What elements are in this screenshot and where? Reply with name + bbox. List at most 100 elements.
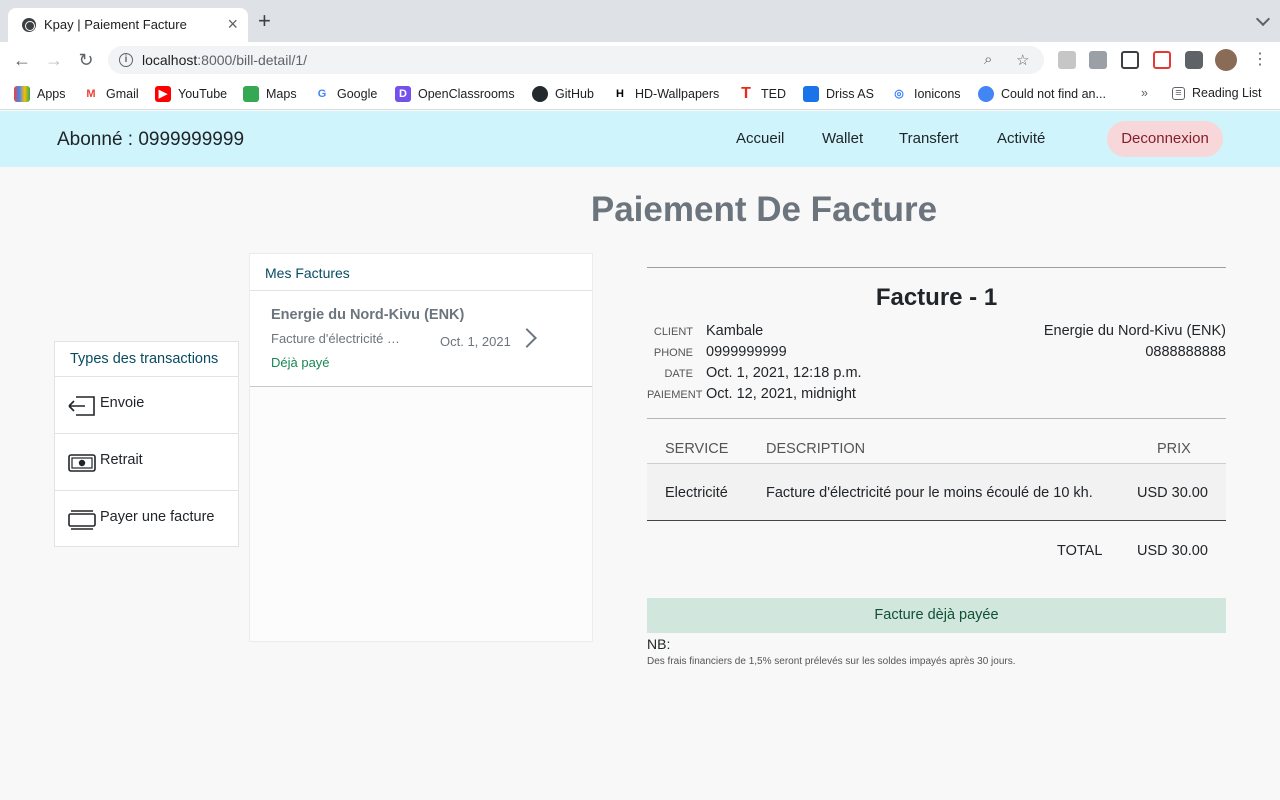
bookmark-youtube[interactable]: ▶ YouTube — [155, 86, 227, 102]
bill-icon — [68, 510, 96, 530]
type-item-retrait[interactable]: Retrait — [55, 434, 238, 491]
bookmark-github[interactable]: GitHub — [532, 86, 594, 102]
facture-date: Oct. 1, 2021 — [440, 334, 511, 349]
facture-description: Facture d'électricité pour le moins écou… — [271, 331, 401, 346]
vendor-phone: 0888888888 — [1145, 344, 1226, 360]
subscriber-brand[interactable]: Abonné : 0999999999 — [57, 129, 244, 151]
site-info-icon[interactable]: i — [119, 53, 133, 67]
cell-prix: USD 30.00 — [1137, 485, 1208, 501]
url-path: :8000/bill-detail/1/ — [197, 52, 308, 68]
bookmark-label: Gmail — [106, 87, 139, 101]
page-icon — [978, 86, 994, 102]
youtube-icon: ▶ — [155, 86, 171, 102]
nav-link-accueil[interactable]: Accueil — [736, 130, 784, 147]
paid-status-banner: Facture dèjà payée — [647, 598, 1226, 633]
bookmark-label: Ionicons — [914, 87, 961, 101]
tab-search-icon[interactable] — [1255, 11, 1271, 27]
nb-text: Des frais financiers de 1,5% seront prél… — [647, 656, 1016, 667]
app-navbar: Abonné : 0999999999 Accueil Wallet Trans… — [0, 111, 1280, 167]
list-item[interactable]: Energie du Nord-Kivu (ENK) Facture d'éle… — [250, 291, 592, 387]
nav-link-activite[interactable]: Activité — [997, 130, 1045, 147]
nb-label: NB: — [647, 636, 671, 652]
bookmark-label: YouTube — [178, 87, 228, 101]
bookmark-label: HD-Wallpapers — [635, 87, 720, 101]
bookmark-maps[interactable]: Maps — [243, 86, 297, 102]
bookmark-apps[interactable]: Apps — [14, 86, 66, 102]
reading-list[interactable]: ≡ Reading List — [1172, 86, 1262, 100]
bookmark-label: Google — [337, 87, 378, 101]
url-text[interactable]: localhost:8000/bill-detail/1/ — [142, 52, 307, 68]
send-icon — [68, 396, 95, 416]
bookmark-google[interactable]: G Google — [314, 86, 377, 102]
phone-value: 0999999999 — [706, 344, 787, 360]
profile-avatar[interactable] — [1215, 49, 1237, 71]
divider — [647, 418, 1226, 419]
bookmark-star-icon[interactable]: ☆ — [1016, 51, 1029, 69]
bookmark-label: TED — [761, 87, 786, 101]
cell-description: Facture d'électricité pour le moins écou… — [766, 485, 1093, 501]
puzzle-icon[interactable] — [1185, 51, 1203, 69]
type-label: Envoie — [100, 395, 145, 411]
bookmark-label: Maps — [266, 87, 297, 101]
vendor-name: Energie du Nord-Kivu (ENK) — [1043, 323, 1226, 339]
zoom-icon[interactable]: ⌕ — [984, 51, 992, 68]
type-item-envoie[interactable]: Envoie — [55, 377, 238, 434]
reload-icon[interactable]: ↻ — [74, 48, 98, 72]
type-item-payer-facture[interactable]: Payer une facture — [55, 491, 238, 548]
transaction-types-heading: Types des transactions — [55, 342, 238, 377]
bookmark-hd-wallpapers[interactable]: H HD-Wallpapers — [612, 86, 719, 102]
google-icon: G — [314, 86, 330, 102]
phone-label: PHONE — [653, 347, 693, 359]
nav-link-wallet[interactable]: Wallet — [822, 130, 863, 147]
cast-icon[interactable] — [1153, 51, 1171, 69]
extension-icon[interactable] — [1058, 51, 1076, 69]
bookmark-label: OpenClassrooms — [418, 87, 515, 101]
factures-list-card: Mes Factures Energie du Nord-Kivu (ENK) … — [249, 253, 593, 642]
logout-button[interactable]: Deconnexion — [1107, 121, 1223, 157]
browser-tab[interactable]: Kpay | Paiement Facture × — [8, 8, 248, 42]
globe-icon — [22, 18, 36, 32]
total-value: USD 30.00 — [1137, 543, 1208, 559]
table-row: Electricité Facture d'électricité pour l… — [647, 463, 1226, 521]
chevron-right-icon[interactable] — [517, 328, 537, 348]
nav-link-transfert[interactable]: Transfert — [899, 130, 958, 147]
column-header-description: DESCRIPTION — [766, 441, 866, 457]
cell-service: Electricité — [665, 485, 728, 501]
bookmark-could-not-find[interactable]: Could not find an... — [978, 86, 1106, 102]
type-label: Payer une facture — [100, 509, 215, 525]
hd-icon: H — [612, 86, 628, 102]
more-bookmarks-icon[interactable]: » — [1141, 86, 1148, 100]
back-icon[interactable]: ← — [10, 48, 34, 72]
type-label: Retrait — [100, 452, 143, 468]
factures-heading: Mes Factures — [250, 254, 592, 291]
extension-icon[interactable] — [1121, 51, 1139, 69]
ionicons-icon: ◎ — [891, 86, 907, 102]
page-title: Paiement De Facture — [590, 190, 938, 229]
transaction-types-card: Types des transactions Envoie Retrait Pa… — [54, 341, 239, 547]
close-tab-icon[interactable]: × — [227, 14, 238, 34]
bookmark-gmail[interactable]: M Gmail — [83, 86, 139, 102]
ted-icon: T — [738, 86, 754, 102]
paiement-label: PAIEMENT — [647, 389, 703, 401]
bookmark-driss-as[interactable]: Driss AS — [803, 86, 874, 102]
reading-list-icon: ≡ — [1172, 86, 1185, 100]
apps-grid-icon — [14, 86, 30, 102]
new-tab-button[interactable]: + — [258, 10, 271, 32]
openclassrooms-icon: D — [395, 86, 411, 102]
invoice-detail: Facture - 1 CLIENT Kambale PHONE 0999999… — [647, 267, 1226, 667]
total-label: TOTAL — [1057, 543, 1103, 559]
bookmark-ionicons[interactable]: ◎ Ionicons — [891, 86, 961, 102]
bookmark-openclassrooms[interactable]: D OpenClassrooms — [395, 86, 515, 102]
bookmark-ted[interactable]: T TED — [738, 86, 786, 102]
facture-status: Déjà payé — [271, 355, 330, 370]
pocket-icon[interactable] — [1089, 51, 1107, 69]
address-bar[interactable]: i localhost:8000/bill-detail/1/ ⌕ ☆ — [108, 46, 1044, 74]
browser-toolbar: ← → ↻ i localhost:8000/bill-detail/1/ ⌕ … — [0, 42, 1280, 78]
url-host: localhost — [142, 52, 198, 68]
more-menu-icon[interactable]: ⋮ — [1252, 49, 1268, 71]
driss-icon — [803, 86, 819, 102]
forward-icon[interactable]: → — [42, 48, 66, 72]
divider — [647, 267, 1226, 268]
column-header-service: SERVICE — [665, 441, 729, 457]
maps-icon — [243, 86, 259, 102]
